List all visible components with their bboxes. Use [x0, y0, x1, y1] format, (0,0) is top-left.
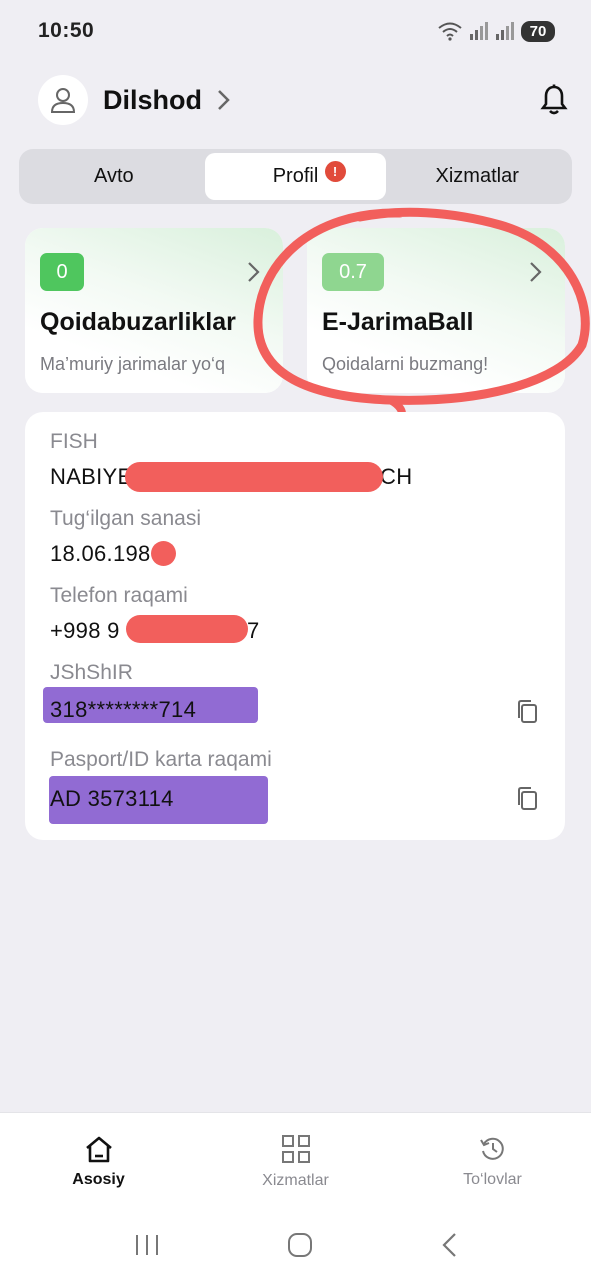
passport-value: AD 3573114 — [50, 786, 174, 811]
passport-label: Pasport/ID karta raqami — [50, 748, 272, 771]
violations-count-badge: 0 — [40, 253, 84, 291]
home-button-icon[interactable] — [287, 1232, 313, 1258]
status-bar: 10:50 70 — [0, 0, 591, 62]
tab-profil-label: Profil — [272, 165, 319, 187]
birth-value: 18.06.198 — [50, 541, 151, 566]
status-icons: 70 — [437, 20, 555, 42]
bottom-nav: Asosiy Xizmatlar To‘lovlar — [0, 1112, 591, 1210]
copy-icon[interactable] — [515, 786, 539, 817]
nav-label-tolovlar: To‘lovlar — [463, 1170, 522, 1188]
user-name[interactable]: Dilshod — [103, 85, 202, 116]
redaction-mark — [151, 541, 176, 566]
tab-avto-label: Avto — [94, 165, 134, 187]
phone-value-start: +998 9 — [50, 618, 120, 643]
nav-item-asosiy[interactable]: Asosiy — [0, 1113, 197, 1210]
nav-item-xizmatlar[interactable]: Xizmatlar — [197, 1113, 394, 1210]
segment-tabs: Avto Profil ! Xizmatlar — [19, 149, 572, 204]
copy-icon[interactable] — [515, 699, 539, 730]
jshshir-label: JShShIR — [50, 661, 133, 684]
redaction-mark — [125, 462, 383, 492]
violations-card[interactable]: 0 Qoidabuzarliklar Ma’muriy jarimalar yo… — [25, 228, 283, 393]
tab-profil[interactable]: Profil ! — [204, 153, 387, 200]
red-circle-annotation — [253, 207, 590, 422]
nav-label-asosiy: Asosiy — [72, 1170, 125, 1188]
alert-badge: ! — [324, 161, 346, 182]
status-time: 10:50 — [38, 19, 95, 42]
phone-label: Telefon raqami — [50, 584, 188, 607]
back-icon[interactable] — [440, 1232, 458, 1258]
signal-icon — [470, 22, 488, 40]
recent-apps-icon[interactable] — [134, 1233, 160, 1257]
grid-icon — [281, 1134, 310, 1163]
wifi-icon — [438, 22, 462, 41]
system-nav-bar — [0, 1210, 591, 1280]
tab-avto[interactable]: Avto — [23, 153, 205, 200]
redaction-mark — [126, 615, 248, 643]
tab-xizmatlar[interactable]: Xizmatlar — [386, 153, 568, 200]
history-icon — [479, 1137, 504, 1160]
violations-subtitle: Ma’muriy jarimalar yo‘q — [40, 354, 226, 374]
nav-label-xizmatlar: Xizmatlar — [262, 1171, 329, 1189]
bell-icon[interactable] — [540, 84, 568, 116]
nav-item-tolovlar[interactable]: To‘lovlar — [394, 1113, 591, 1210]
user-icon — [50, 88, 76, 113]
profile-header[interactable]: Dilshod — [38, 72, 568, 128]
tab-xizmatlar-label: Xizmatlar — [435, 165, 519, 187]
fish-value-start: NABIYE — [50, 464, 133, 489]
birth-label: Tug‘ilgan sanasi — [50, 507, 201, 530]
chevron-right-icon[interactable] — [216, 88, 232, 112]
fish-value-end: CH — [380, 464, 413, 489]
home-icon — [85, 1136, 112, 1162]
fish-label: FISH — [50, 430, 98, 453]
jshshir-value: 318********714 — [50, 697, 197, 722]
phone-value-end: 7 — [247, 618, 260, 643]
violations-title: Qoidabuzarliklar — [40, 308, 236, 336]
avatar[interactable] — [38, 75, 88, 125]
personal-info-card: FISH NABIYE CH Tug‘ilgan sanasi 18.06.19… — [25, 412, 565, 840]
battery-indicator: 70 — [521, 20, 555, 42]
signal-icon-2 — [496, 22, 514, 40]
